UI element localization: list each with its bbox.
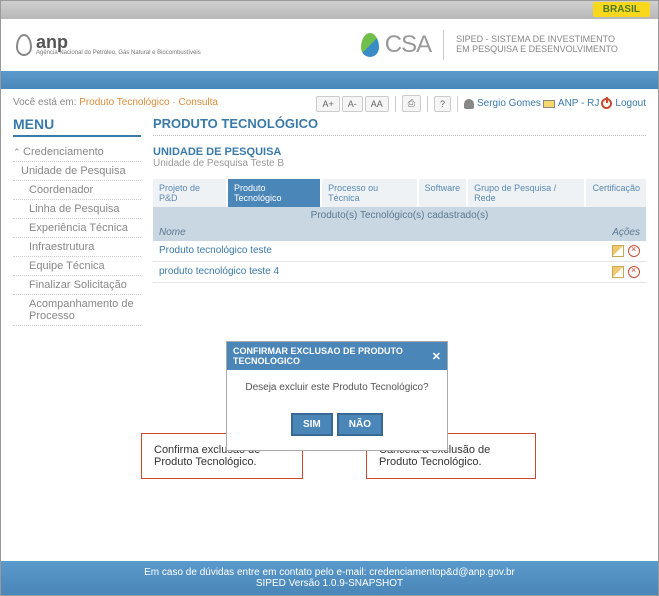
csa-desc-2: EM PESQUISA E DESENVOLVIMENTO [456,45,618,55]
footer-version: SIPED Versão 1.0.9-SNAPSHOT [1,578,658,589]
col-nome: Nome [159,227,590,238]
anp-subtitle: Agência Nacional do Petróleo, Gás Natura… [36,50,201,56]
confirm-modal: CONFIRMAR EXCLUSAO DE PRODUTO TECNOLOGIC… [226,341,448,451]
delete-icon[interactable] [628,245,640,257]
tabs: Projeto de P&D Produto Tecnológico Proce… [153,179,646,207]
csa-name: CSA [385,31,431,59]
sidebar-item-finalizar[interactable]: Finalizar Solicitação [13,276,141,295]
edit-icon[interactable] [612,245,624,257]
sidebar-item-experiencia[interactable]: Experiência Técnica [13,219,141,238]
toolbar: A+ A- AA Sergio Gomes ANP - RJ Logout [316,95,646,112]
tab-projeto[interactable]: Projeto de P&D [153,179,226,207]
page-title: PRODUTO TECNOLÓGICO [153,116,646,136]
breadcrumb-link-2[interactable]: Consulta [178,97,217,108]
footer-mail[interactable]: credenciamentop&d@anp.gov.br [369,567,515,578]
power-icon [601,98,612,109]
breadcrumb-link-1[interactable]: Produto Tecnológico [79,97,169,108]
tab-processo[interactable]: Processo ou Técnica [322,179,417,207]
table-row: produto tecnológico teste 4 [153,262,646,283]
row-name-link[interactable]: Produto tecnológico teste [159,245,590,257]
font-decrease-button[interactable]: A- [342,96,363,112]
table-row: Produto tecnológico teste [153,241,646,262]
print-icon[interactable] [402,95,421,112]
envelope-icon [543,100,555,108]
anp-logo: anp Agência Nacional do Petróleo, Gás Na… [16,34,201,56]
section-title: UNIDADE DE PESQUISA [153,146,646,158]
modal-close-icon[interactable]: ✕ [432,350,441,363]
csa-logo: CSA SIPED - SISTEMA DE INVESTIMENTO EM P… [361,30,618,60]
modal-message: Deseja excluir este Produto Tecnológico? [227,370,447,405]
sidebar-item-coordenador[interactable]: Coordenador [13,181,141,200]
col-acoes: Ações [590,227,640,238]
help-icon[interactable] [434,96,451,112]
blue-bar [1,71,658,89]
org-link[interactable]: ANP - RJ [543,98,600,109]
footer: Em caso de dúvidas entre em contato pelo… [1,561,658,595]
main-content: PRODUTO TECNOLÓGICO UNIDADE DE PESQUISA … [153,116,646,326]
tab-produto[interactable]: Produto Tecnológico [228,179,320,207]
table-caption: Produto(s) Tecnológico(s) cadastrado(s) [153,207,646,224]
profile-icon [464,99,474,109]
tab-software[interactable]: Software [419,179,467,207]
row-name-link[interactable]: produto tecnológico teste 4 [159,266,590,278]
anp-name: anp [36,34,201,50]
sidebar-item-equipe[interactable]: Equipe Técnica [13,257,141,276]
modal-title: CONFIRMAR EXCLUSAO DE PRODUTO TECNOLOGIC… [233,346,432,366]
section-subtitle: Unidade de Pesquisa Teste B [153,158,646,169]
topbar: BRASIL [1,1,658,19]
tab-grupo[interactable]: Grupo de Pesquisa / Rede [468,179,584,207]
sidebar-item-credenciamento[interactable]: Credenciamento [13,143,141,162]
edit-icon[interactable] [612,266,624,278]
sidebar-item-infraestrutura[interactable]: Infraestrutura [13,238,141,257]
confirm-yes-button[interactable]: SIM [291,413,333,436]
sidebar: MENU Credenciamento Unidade de Pesquisa … [13,116,141,326]
user-link[interactable]: Sergio Gomes [464,98,541,109]
drop-icon [16,34,32,56]
header: anp Agência Nacional do Petróleo, Gás Na… [1,19,658,71]
sidebar-item-linha[interactable]: Linha de Pesquisa [13,200,141,219]
sidebar-item-unidade[interactable]: Unidade de Pesquisa [13,162,141,181]
confirm-no-button[interactable]: NÃO [337,413,383,436]
delete-icon[interactable] [628,266,640,278]
csa-drop-icon [361,33,379,57]
tab-certificacao[interactable]: Certificação [586,179,646,207]
logout-link[interactable]: Logout [601,98,646,109]
brasil-badge[interactable]: BRASIL [593,2,650,17]
font-reset-button[interactable]: AA [365,96,389,112]
table-header: Nome Ações [153,224,646,241]
font-increase-button[interactable]: A+ [316,96,339,112]
sidebar-item-acompanhamento[interactable]: Acompanhamento de Processo [13,295,141,326]
menu-title: MENU [13,116,141,137]
